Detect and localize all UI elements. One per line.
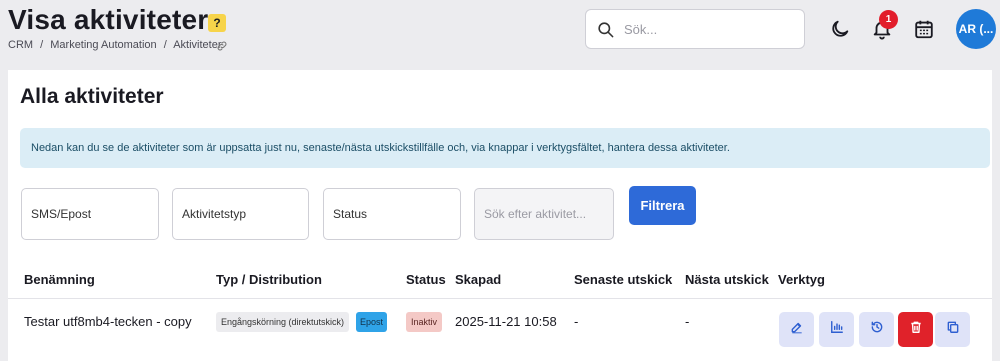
statistics-button[interactable]	[819, 312, 854, 347]
copy-icon	[946, 320, 960, 339]
breadcrumb-item-crm[interactable]: CRM	[8, 39, 33, 51]
avatar[interactable]: AR (...	[956, 9, 996, 49]
cell-last-send: -	[574, 314, 579, 329]
delete-button[interactable]	[898, 312, 933, 347]
stats-icon	[830, 320, 844, 339]
search-input[interactable]	[624, 18, 794, 40]
column-header-status: Status	[406, 272, 446, 287]
column-header-tools: Verktyg	[778, 272, 825, 287]
notification-badge: 1	[879, 10, 898, 29]
breadcrumb-item-marketing-automation[interactable]: Marketing Automation	[50, 39, 156, 51]
column-header-last-send: Senaste utskick	[574, 272, 673, 287]
distribution-tag: Epost	[356, 312, 388, 332]
type-tag: Engångskörning (direktutskick)	[216, 312, 350, 332]
cell-next-send: -	[685, 314, 690, 329]
copy-button[interactable]	[935, 312, 970, 347]
history-button[interactable]	[859, 312, 894, 347]
main-panel: Alla aktiviteter Nedan kan du se de akti…	[8, 70, 992, 361]
search-icon	[596, 20, 615, 44]
edit-button[interactable]	[779, 312, 814, 347]
status-tag: Inaktiv	[406, 312, 443, 332]
info-alert: Nedan kan du se de aktiviteter som är up…	[20, 128, 990, 168]
delete-icon	[909, 320, 923, 339]
table-divider	[8, 298, 992, 299]
history-icon	[870, 320, 884, 339]
cell-name: Testar utf8mb4-tecken - copy	[24, 314, 192, 329]
cell-created: 2025-11-21 10:58	[455, 314, 557, 329]
column-header-type: Typ / Distribution	[216, 272, 322, 287]
link-icon[interactable]	[216, 39, 228, 57]
section-title: Alla aktiviteter	[20, 85, 164, 108]
column-header-name: Benämning	[24, 272, 95, 287]
dark-mode-icon[interactable]	[829, 18, 851, 45]
breadcrumb: CRM / Marketing Automation / Aktiviteter	[8, 39, 222, 51]
breadcrumb-separator: /	[163, 39, 167, 51]
breadcrumb-separator: /	[40, 39, 44, 51]
edit-icon	[790, 320, 804, 339]
column-header-next-send: Nästa utskick	[685, 272, 769, 287]
activity-type-select[interactable]: Aktivitetstyp	[172, 188, 309, 240]
status-select[interactable]: Status	[323, 188, 461, 240]
activity-search-input[interactable]: Sök efter aktivitet...	[474, 188, 614, 240]
channel-select[interactable]: SMS/Epost	[21, 188, 159, 240]
column-header-created: Skapad	[455, 272, 502, 287]
page-title: Visa aktiviteter	[8, 4, 209, 35]
filter-button[interactable]: Filtrera	[629, 186, 696, 225]
search-box[interactable]	[585, 9, 805, 49]
help-icon[interactable]: ?	[208, 14, 226, 32]
breadcrumb-item-aktiviteter: Aktiviteter	[173, 39, 222, 51]
calendar-icon[interactable]	[913, 18, 935, 45]
